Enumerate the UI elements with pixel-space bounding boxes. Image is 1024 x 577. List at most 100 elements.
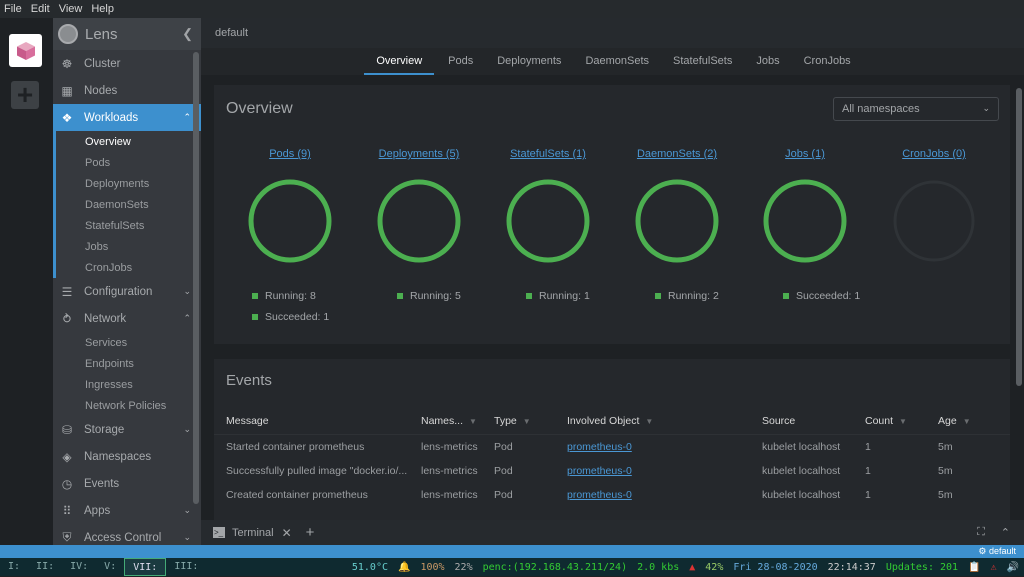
close-icon[interactable]: ✕ bbox=[282, 526, 292, 540]
sidebar-scrollbar[interactable] bbox=[193, 52, 199, 504]
namespace-select-value: All namespaces bbox=[842, 103, 920, 115]
table-row[interactable]: Successfully pulled image "docker.io/...… bbox=[214, 459, 1010, 483]
updates-count[interactable]: Updates: 201 bbox=[881, 562, 963, 573]
menu-view[interactable]: View bbox=[59, 3, 83, 15]
sidebar-item-network[interactable]: ⥁ Network ⌃ bbox=[53, 305, 201, 332]
workspace-2[interactable]: II: bbox=[28, 558, 62, 576]
sidebar-subitem-jobs[interactable]: Jobs bbox=[56, 236, 201, 257]
collapse-sidebar-icon[interactable]: ❮ bbox=[182, 26, 193, 42]
workload-legend: Running: 8 Succeeded: 1 bbox=[252, 285, 372, 327]
menu-edit[interactable]: Edit bbox=[31, 3, 50, 15]
sidebar-subitem-pods[interactable]: Pods bbox=[56, 152, 201, 173]
tab-daemonsets[interactable]: DaemonSets bbox=[575, 48, 659, 75]
sidebar-item-apps[interactable]: ⠿ Apps ⌄ bbox=[53, 497, 201, 524]
sidebar-subitem-overview[interactable]: Overview bbox=[56, 131, 201, 152]
sidebar-item-access-control[interactable]: ⛨ Access Control ⌄ bbox=[53, 524, 201, 545]
sidebar-item-events[interactable]: ◷ Events bbox=[53, 470, 201, 497]
legend-item: Running: 5 bbox=[397, 285, 517, 306]
cluster-avatar[interactable] bbox=[9, 34, 42, 67]
main-scrollbar[interactable] bbox=[1016, 88, 1022, 386]
sidebar-subitem-cronjobs[interactable]: CronJobs bbox=[56, 257, 201, 278]
col-type-label: Type bbox=[494, 415, 517, 427]
sidebar-item-cluster[interactable]: ☸ Cluster bbox=[53, 50, 201, 77]
kube-context-label: default bbox=[988, 546, 1016, 556]
workload-link[interactable]: Pods (9) bbox=[269, 148, 311, 160]
menu-help[interactable]: Help bbox=[91, 3, 114, 15]
workload-link[interactable]: StatefulSets (1) bbox=[510, 148, 586, 160]
cluster-rail: + bbox=[0, 18, 53, 545]
tab-deployments[interactable]: Deployments bbox=[487, 48, 571, 75]
tab-statefulsets[interactable]: StatefulSets bbox=[663, 48, 742, 75]
sidebar-subitem-services[interactable]: Services bbox=[56, 332, 201, 353]
tab-jobs[interactable]: Jobs bbox=[746, 48, 789, 75]
workload-legend: Running: 1 bbox=[526, 285, 646, 306]
sidebar-item-storage[interactable]: ⛁ Storage ⌄ bbox=[53, 416, 201, 443]
workload-link[interactable]: CronJobs (0) bbox=[902, 148, 966, 160]
tab-cronjobs[interactable]: CronJobs bbox=[794, 48, 861, 75]
chevron-down-icon[interactable]: ⌄ bbox=[183, 424, 191, 435]
workspace-3[interactable]: III: bbox=[166, 558, 206, 576]
col-namespace[interactable]: Names... ▼ bbox=[421, 415, 477, 427]
workspace-1[interactable]: I: bbox=[0, 558, 28, 576]
chevron-down-icon: ⌄ bbox=[982, 103, 990, 113]
sidebar-subitem-deployments[interactable]: Deployments bbox=[56, 173, 201, 194]
menu-file[interactable]: File bbox=[4, 3, 22, 15]
status-dot-icon bbox=[397, 292, 403, 299]
involved-object-link[interactable]: prometheus-0 bbox=[567, 441, 632, 453]
col-age[interactable]: Age ▼ bbox=[938, 415, 971, 427]
chevron-up-icon[interactable]: ⌃ bbox=[1001, 526, 1010, 539]
add-terminal-button[interactable]: + bbox=[306, 524, 315, 541]
sidebar-item-workloads[interactable]: ❖ Workloads ⌃ bbox=[53, 104, 201, 131]
sidebar-subitem-network-policies[interactable]: Network Policies bbox=[56, 395, 201, 416]
sidebar-header: Lens ❮ bbox=[53, 18, 201, 50]
sidebar-item-nodes[interactable]: ▦ Nodes bbox=[53, 77, 201, 104]
col-involved-object[interactable]: Involved Object ▼ bbox=[567, 415, 653, 427]
workspace-5[interactable]: V: bbox=[96, 558, 124, 576]
sidebar-subitem-statefulsets[interactable]: StatefulSets bbox=[56, 215, 201, 236]
namespace-select[interactable]: All namespaces ⌄ bbox=[833, 97, 999, 121]
table-row[interactable]: Created container prometheus lens-metrics… bbox=[214, 483, 1010, 507]
workspace-7[interactable]: VII: bbox=[124, 558, 167, 576]
shield-icon: ⛨ bbox=[62, 530, 72, 544]
sidebar-subitem-endpoints[interactable]: Endpoints bbox=[56, 353, 201, 374]
legend-label: Running: 2 bbox=[668, 289, 719, 302]
chevron-down-icon[interactable]: ⌄ bbox=[183, 532, 191, 543]
col-type[interactable]: Type ▼ bbox=[494, 415, 531, 427]
col-count[interactable]: Count ▼ bbox=[865, 415, 907, 427]
speaker-icon[interactable]: 🔊 bbox=[1002, 562, 1024, 573]
table-cell: 1 bbox=[865, 441, 871, 453]
main-content: default Overview Pods Deployments Daemon… bbox=[201, 18, 1024, 545]
layers-icon: ◈ bbox=[62, 449, 72, 464]
chevron-up-icon[interactable]: ⌃ bbox=[183, 112, 191, 123]
tab-pods[interactable]: Pods bbox=[438, 48, 483, 75]
sidebar-subitem-ingresses[interactable]: Ingresses bbox=[56, 374, 201, 395]
involved-object-link[interactable]: prometheus-0 bbox=[567, 489, 632, 501]
fullscreen-icon[interactable]: ⛶ bbox=[977, 526, 985, 539]
table-row[interactable]: Started container prometheus lens-metrics… bbox=[214, 435, 1010, 459]
workload-link[interactable]: Deployments (5) bbox=[379, 148, 460, 160]
involved-object-link[interactable]: prometheus-0 bbox=[567, 465, 632, 477]
sidebar-item-namespaces[interactable]: ◈ Namespaces bbox=[53, 443, 201, 470]
kube-context[interactable]: ⚙ default bbox=[978, 546, 1016, 557]
sidebar-subitem-daemonsets[interactable]: DaemonSets bbox=[56, 194, 201, 215]
workload-link[interactable]: Jobs (1) bbox=[785, 148, 825, 160]
chevron-up-icon[interactable]: ⌃ bbox=[183, 313, 191, 324]
workload-link[interactable]: DaemonSets (2) bbox=[637, 148, 717, 160]
workspace-4[interactable]: IV: bbox=[62, 558, 96, 576]
chevron-down-icon[interactable]: ⌄ bbox=[183, 505, 191, 516]
helm-wheel-icon: ☸ bbox=[61, 56, 73, 71]
col-source[interactable]: Source bbox=[762, 415, 795, 427]
sort-icon: ▼ bbox=[899, 417, 907, 426]
sort-icon: ▼ bbox=[522, 417, 531, 426]
sidebar-item-configuration[interactable]: ☰ Configuration ⌄ bbox=[53, 278, 201, 305]
chevron-down-icon[interactable]: ⌄ bbox=[183, 286, 191, 297]
clock-icon: ◷ bbox=[61, 476, 73, 491]
security-icon[interactable]: ⚠ bbox=[986, 562, 1002, 573]
clipboard-icon[interactable]: 📋 bbox=[963, 562, 985, 573]
col-message[interactable]: Message bbox=[226, 415, 269, 427]
add-cluster-button[interactable]: + bbox=[11, 81, 39, 109]
tab-overview[interactable]: Overview bbox=[364, 48, 435, 75]
donut-ring bbox=[893, 180, 975, 262]
bell-icon: 🔔 bbox=[397, 561, 411, 573]
terminal-tab[interactable]: Terminal bbox=[232, 527, 274, 539]
